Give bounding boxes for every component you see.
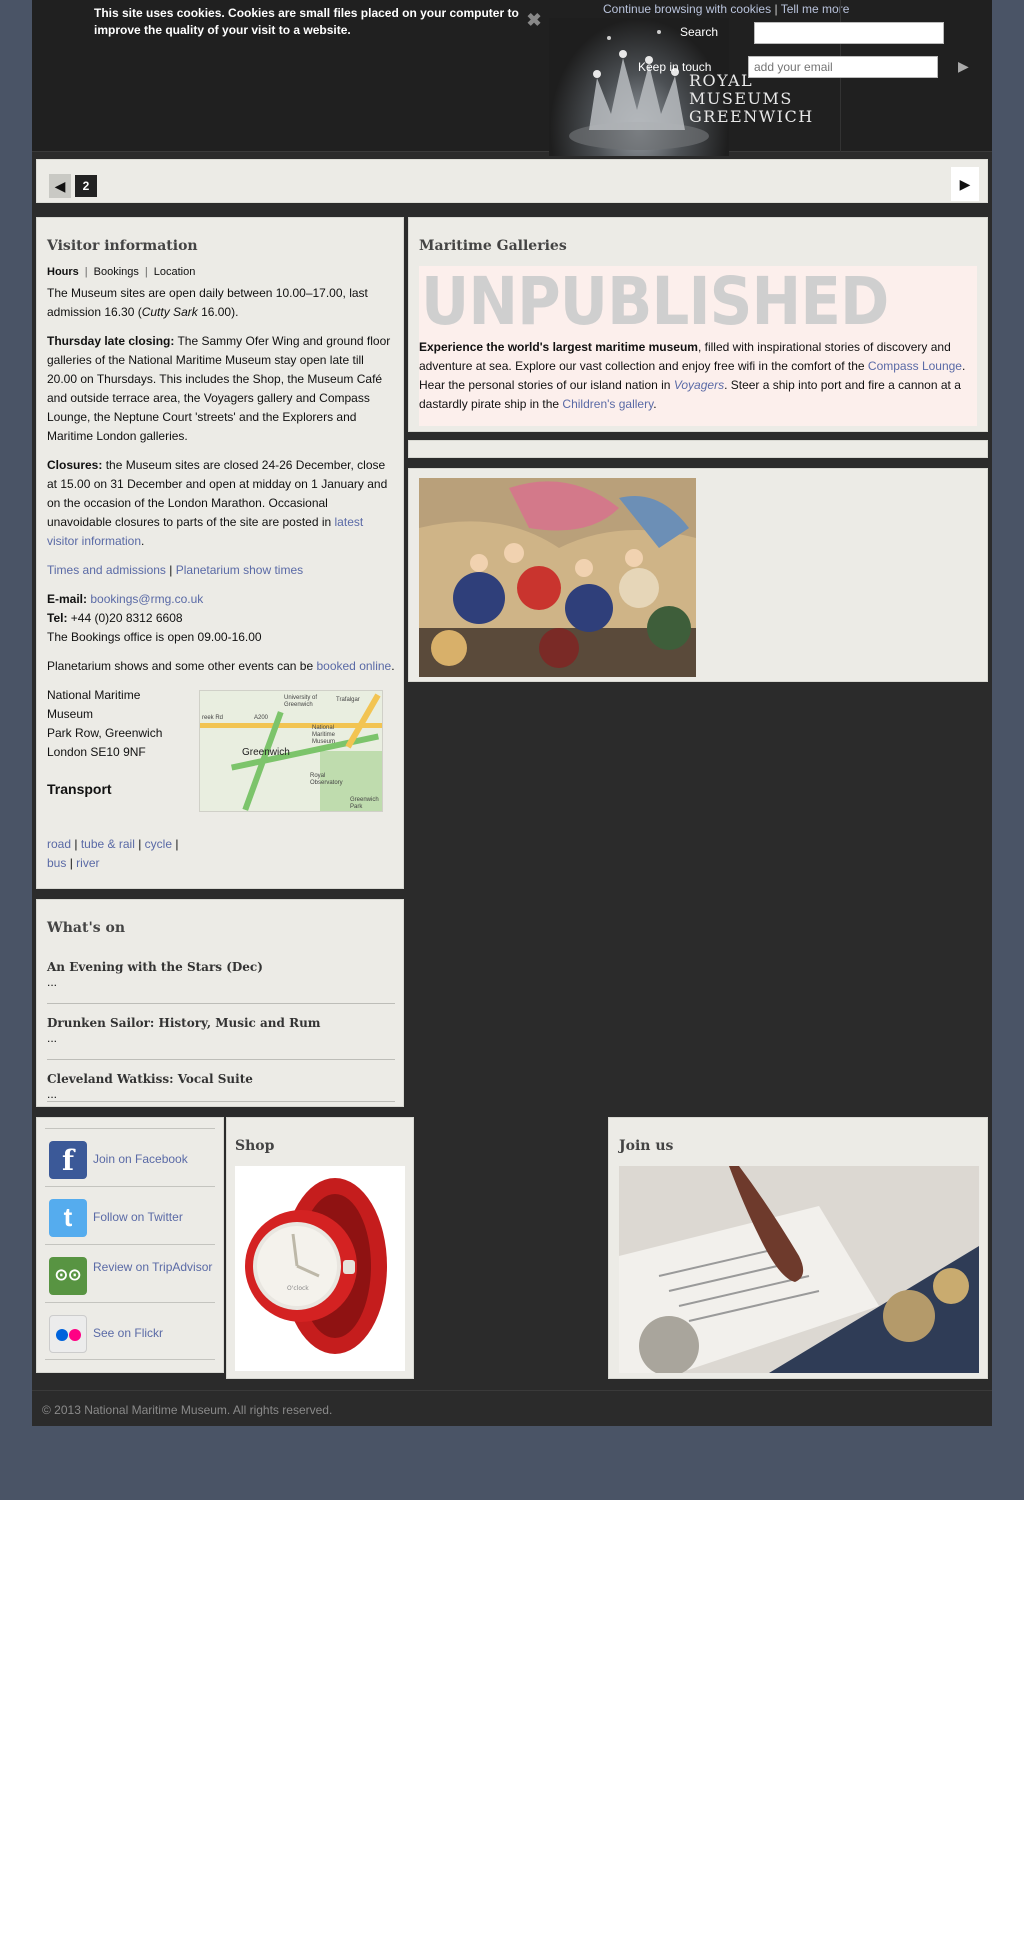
empty-strip-panel	[408, 440, 988, 458]
transport-title: Transport	[47, 781, 112, 797]
voyagers-link[interactable]: Voyagers	[674, 378, 724, 392]
newsletter-email-input[interactable]	[748, 56, 938, 78]
arrow-left-icon[interactable]: ◀	[49, 174, 71, 198]
times-links: Times and admissions | Planetarium show …	[47, 563, 304, 577]
search-input[interactable]	[754, 22, 944, 44]
planetarium-times-link[interactable]: Planetarium show times	[176, 563, 303, 577]
visitor-tabs: Hours | Bookings | Location	[47, 266, 196, 278]
childrens-gallery-link[interactable]: Children's gallery	[562, 397, 653, 411]
planetarium-booking-text: Planetarium shows and some other events …	[47, 659, 395, 673]
featured-image-panel	[408, 468, 988, 682]
event-item[interactable]: An Evening with the Stars (Dec) ...	[47, 956, 395, 1004]
join-us-image[interactable]	[619, 1166, 979, 1373]
event-description: ...	[47, 975, 58, 989]
social-item-facebook[interactable]: f Join on Facebook	[45, 1128, 215, 1186]
watch-brand-label: O'clock	[287, 1285, 309, 1292]
social-item-tripadvisor[interactable]: ⊙⊙ Review on TripAdvisor	[45, 1244, 215, 1302]
compass-lounge-link[interactable]: Compass Lounge	[868, 359, 962, 373]
carousel-controls: ◀ 2 ▶	[36, 159, 988, 203]
arrow-right-icon[interactable]: ▶	[951, 167, 979, 201]
facebook-link[interactable]: Join on Facebook	[93, 1151, 213, 1167]
social-item-flickr[interactable]: See on Flickr	[45, 1302, 215, 1360]
tab-bookings[interactable]: Bookings	[94, 266, 139, 278]
social-item-twitter[interactable]: t Follow on Twitter	[45, 1186, 215, 1244]
tripadvisor-link[interactable]: Review on TripAdvisor	[93, 1259, 213, 1275]
event-title[interactable]: Cleveland Watkiss: Vocal Suite	[47, 1072, 395, 1086]
keep-in-touch-label: Keep in touch	[638, 60, 712, 74]
event-item[interactable]: Cleveland Watkiss: Vocal Suite ...	[47, 1068, 395, 1102]
thursday-closing-text: Thursday late closing: The Sammy Ofer Wi…	[47, 334, 391, 443]
visitor-title: Visitor information	[47, 238, 198, 254]
whats-on-panel: What's on An Evening with the Stars (Dec…	[36, 899, 404, 1107]
continue-cookies-link[interactable]: Continue browsing with cookies	[603, 2, 771, 16]
carousel-page-number[interactable]: 2	[75, 175, 97, 197]
visitor-information-panel: Visitor information Hours | Bookings | Locat…	[36, 217, 404, 889]
visitor-body: The Museum sites are open daily between …	[47, 284, 395, 812]
bookings-email-link[interactable]: bookings@rmg.co.uk	[90, 592, 203, 606]
close-icon[interactable]: ✖	[526, 11, 542, 29]
arrow-right-icon[interactable]: ▶	[958, 58, 969, 75]
twitter-link[interactable]: Follow on Twitter	[93, 1209, 213, 1225]
tab-hours[interactable]: Hours	[47, 266, 79, 278]
maritime-galleries-panel: Maritime Galleries UNPUBLISHED Experienc…	[408, 217, 988, 432]
maritime-title: Maritime Galleries	[419, 238, 567, 254]
whats-on-title: What's on	[47, 920, 125, 936]
shop-product-image[interactable]: O'clock	[235, 1166, 405, 1371]
tab-location[interactable]: Location	[154, 266, 196, 278]
transport-road-link[interactable]: road	[47, 837, 71, 851]
museum-address: National Maritime Museum Park Row, Green…	[47, 688, 163, 759]
shop-title: Shop	[235, 1138, 275, 1154]
cookie-message: This site uses cookies. Cookies are smal…	[94, 6, 519, 37]
join-us-panel: Join us	[608, 1117, 988, 1379]
flickr-icon[interactable]	[49, 1315, 87, 1353]
event-title[interactable]: An Evening with the Stars (Dec)	[47, 960, 395, 974]
site-header: This site uses cookies. Cookies are smal…	[32, 0, 992, 156]
event-description: ...	[47, 1031, 58, 1045]
search-label: Search	[680, 25, 719, 39]
transport-river-link[interactable]: river	[76, 856, 99, 870]
naval-battle-painting[interactable]	[419, 478, 696, 677]
copyright-text: © 2013 National Maritime Museum. All rig…	[42, 1403, 333, 1417]
closures-text: Closures: the Museum sites are closed 24…	[47, 458, 388, 548]
booked-online-link[interactable]: booked online	[316, 659, 391, 673]
unpublished-watermark: UNPUBLISHED	[421, 263, 889, 340]
facebook-icon[interactable]: f	[49, 1141, 87, 1179]
cookie-link-separator: |	[774, 2, 778, 16]
join-us-title: Join us	[619, 1138, 674, 1154]
maritime-content: UNPUBLISHED Experience the world's large…	[419, 266, 977, 426]
location-block: National Maritime Museum Park Row, Green…	[47, 686, 395, 812]
logo-line-3: GREENWICH	[689, 107, 814, 126]
contact-details: E-mail: bookings@rmg.co.uk Tel: +44 (0)20…	[47, 592, 262, 644]
transport-links: road | tube & rail | cycle | bus | river	[47, 837, 179, 870]
page-container: This site uses cookies. Cookies are smal…	[32, 0, 992, 1426]
times-admissions-link[interactable]: Times and admissions	[47, 563, 166, 577]
shop-panel: Shop O'clock	[226, 1117, 414, 1379]
twitter-icon[interactable]: t	[49, 1199, 87, 1237]
cookie-links: Continue browsing with cookies | Tell me…	[603, 2, 849, 16]
event-item[interactable]: Drunken Sailor: History, Music and Rum .…	[47, 1012, 395, 1060]
site-footer: © 2013 National Maritime Museum. All rig…	[32, 1390, 992, 1426]
tripadvisor-icon[interactable]: ⊙⊙	[49, 1257, 87, 1295]
social-links-panel: f Join on Facebook t Follow on Twitter ⊙…	[36, 1117, 224, 1373]
opening-hours-text: The Museum sites are open daily between …	[47, 286, 368, 319]
transport-bus-link[interactable]: bus	[47, 856, 66, 870]
logo-wordmark: ROYAL MUSEUMS GREENWICH	[689, 72, 814, 126]
location-map[interactable]: reek Rd A200 University of Greenwich Tra…	[199, 690, 383, 812]
event-title[interactable]: Drunken Sailor: History, Music and Rum	[47, 1016, 395, 1030]
flickr-link[interactable]: See on Flickr	[93, 1325, 213, 1341]
transport-cycle-link[interactable]: cycle	[145, 837, 172, 851]
logo-line-2: MUSEUMS	[689, 89, 793, 108]
event-description: ...	[47, 1087, 58, 1101]
maritime-description: Experience the world's largest maritime …	[419, 340, 966, 411]
transport-tube-rail-link[interactable]: tube & rail	[81, 837, 135, 851]
